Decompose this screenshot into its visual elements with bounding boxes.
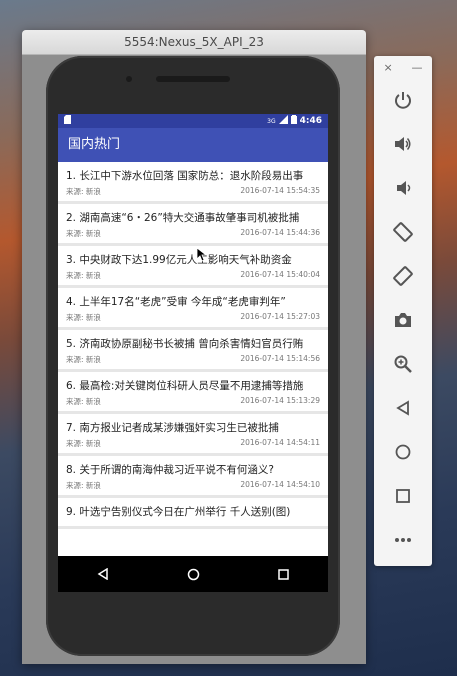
news-meta: 来源: 新浪 2016-07-14 15:44:36 <box>66 228 320 239</box>
home-circle-icon <box>187 568 199 580</box>
overview-button[interactable] <box>374 474 432 518</box>
news-source: 来源: 新浪 <box>66 313 101 322</box>
news-source: 来源: 新浪 <box>66 439 101 448</box>
news-time: 2016-07-14 15:54:35 <box>240 186 320 195</box>
news-source: 来源: 新浪 <box>66 481 101 490</box>
news-title: 8. 关于所谓的南海仲裁习近平说不有何涵义? <box>66 464 274 476</box>
nav-home-button[interactable] <box>173 556 213 592</box>
camera-icon <box>395 313 411 327</box>
navigation-bar <box>58 556 328 592</box>
speaker-grille <box>156 76 230 82</box>
signal-icon <box>278 115 288 127</box>
news-meta: 来源: 新浪 2016-07-14 15:13:29 <box>66 396 320 407</box>
rotate-right-icon <box>393 266 413 286</box>
home-button[interactable] <box>374 430 432 474</box>
news-time: 2016-07-14 14:54:11 <box>240 438 320 447</box>
news-meta: 来源: 新浪 2016-07-14 14:54:10 <box>66 480 320 491</box>
news-source: 来源: 新浪 <box>66 271 101 280</box>
news-title: 5. 济南政协原副秘书长被捕 曾向杀害情妇官员行贿 <box>66 338 304 350</box>
news-meta: 来源: 新浪 2016-07-14 15:54:35 <box>66 186 320 197</box>
more-button[interactable] <box>374 518 432 562</box>
window-title: 5554:Nexus_5X_API_23 <box>22 30 366 55</box>
status-right: 3G 4:46 <box>267 115 322 127</box>
sd-card-icon <box>64 115 71 127</box>
news-title: 9. 叶选宁告别仪式今日在广州举行 千人送别(图) <box>66 506 291 518</box>
overview-icon <box>396 489 410 503</box>
news-meta: 来源: 新浪 2016-07-14 15:27:03 <box>66 312 320 323</box>
news-item[interactable]: 6. 最高检:对关键岗位科研人员尽量不用逮捕等措施 来源: 新浪 2016-07-1… <box>58 372 328 414</box>
rotate-left-button[interactable] <box>374 210 432 254</box>
front-camera <box>126 76 132 82</box>
rotate-left-icon <box>393 222 413 242</box>
news-title: 1. 长江中下游水位回落 国家防总：退水阶段易出事 <box>66 170 304 182</box>
news-item[interactable]: 7. 南方报业记者成某涉嫌强奸实习生已被批捕 来源: 新浪 2016-07-14 1… <box>58 414 328 456</box>
more-icon <box>395 538 411 542</box>
news-item[interactable]: 8. 关于所谓的南海仲裁习近平说不有何涵义? 来源: 新浪 2016-07-14 1… <box>58 456 328 498</box>
phone-frame: 3G 4:46 国内热门 1. 长江中下游水位回落 国家防总：退水阶段易出事 来源… <box>46 56 340 656</box>
network-type: 3G <box>267 117 276 125</box>
news-time: 2016-07-14 15:13:29 <box>240 396 320 405</box>
mouse-cursor-icon <box>197 248 207 262</box>
emulator-toolbar: × — <box>374 56 432 566</box>
news-source: 来源: 新浪 <box>66 187 101 196</box>
battery-icon <box>290 115 297 127</box>
back-triangle-icon <box>97 568 108 580</box>
toolbar-window-controls: × — <box>374 56 432 78</box>
news-item[interactable]: 1. 长江中下游水位回落 国家防总：退水阶段易出事 来源: 新浪 2016-07-1… <box>58 162 328 204</box>
rotate-right-button[interactable] <box>374 254 432 298</box>
news-time: 2016-07-14 15:14:56 <box>240 354 320 363</box>
minimize-icon[interactable]: — <box>412 61 423 74</box>
news-time: 2016-07-14 14:54:10 <box>240 480 320 489</box>
app-bar-title: 国内热门 <box>58 128 328 162</box>
home-icon <box>395 444 411 460</box>
volume-up-icon <box>395 137 411 151</box>
clock: 4:46 <box>299 116 322 126</box>
nav-back-button[interactable] <box>83 556 123 592</box>
news-title: 6. 最高检:对关键岗位科研人员尽量不用逮捕等措施 <box>66 380 304 392</box>
news-source: 来源: 新浪 <box>66 229 101 238</box>
phone-screen[interactable]: 3G 4:46 国内热门 1. 长江中下游水位回落 国家防总：退水阶段易出事 来源… <box>58 114 328 592</box>
overview-square-icon <box>277 568 289 580</box>
volume-down-icon <box>397 181 411 195</box>
status-bar: 3G 4:46 <box>58 114 328 128</box>
news-meta: 来源: 新浪 2016-07-14 15:14:56 <box>66 354 320 365</box>
news-time: 2016-07-14 15:44:36 <box>240 228 320 237</box>
news-item[interactable]: 3. 中央财政下达1.99亿元人工影响天气补助资金 来源: 新浪 2016-07-1… <box>58 246 328 288</box>
news-item[interactable]: 5. 济南政协原副秘书长被捕 曾向杀害情妇官员行贿 来源: 新浪 2016-07-1… <box>58 330 328 372</box>
zoom-icon <box>394 355 412 373</box>
news-time: 2016-07-14 15:40:04 <box>240 270 320 279</box>
news-source: 来源: 新浪 <box>66 355 101 364</box>
news-meta: 来源: 新浪 2016-07-14 15:40:04 <box>66 270 320 281</box>
news-title: 4. 上半年17名“老虎”受审 今年成“老虎审判年” <box>66 296 286 308</box>
volume-down-button[interactable] <box>374 166 432 210</box>
news-item[interactable]: 9. 叶选宁告别仪式今日在广州举行 千人送别(图) <box>58 498 328 529</box>
zoom-button[interactable] <box>374 342 432 386</box>
news-title: 2. 湖南高速“6・26”特大交通事故肇事司机被批捕 <box>66 212 300 224</box>
back-button[interactable] <box>374 386 432 430</box>
close-icon[interactable]: × <box>383 61 392 74</box>
news-source: 来源: 新浪 <box>66 397 101 406</box>
news-list[interactable]: 1. 长江中下游水位回落 国家防总：退水阶段易出事 来源: 新浪 2016-07-1… <box>58 162 328 534</box>
news-title: 7. 南方报业记者成某涉嫌强奸实习生已被批捕 <box>66 422 279 434</box>
news-item[interactable]: 2. 湖南高速“6・26”特大交通事故肇事司机被批捕 来源: 新浪 2016-07-… <box>58 204 328 246</box>
news-title: 3. 中央财政下达1.99亿元人工影响天气补助资金 <box>66 254 292 266</box>
screenshot-button[interactable] <box>374 298 432 342</box>
back-icon <box>396 400 409 416</box>
power-icon <box>395 92 411 109</box>
news-item[interactable]: 4. 上半年17名“老虎”受审 今年成“老虎审判年” 来源: 新浪 2016-07-… <box>58 288 328 330</box>
emulator-window: 5554:Nexus_5X_API_23 3G 4:46 国内热门 1. 长江中… <box>22 30 366 664</box>
news-meta: 来源: 新浪 2016-07-14 14:54:11 <box>66 438 320 449</box>
news-time: 2016-07-14 15:27:03 <box>240 312 320 321</box>
volume-up-button[interactable] <box>374 122 432 166</box>
power-button[interactable] <box>374 78 432 122</box>
nav-overview-button[interactable] <box>263 556 303 592</box>
